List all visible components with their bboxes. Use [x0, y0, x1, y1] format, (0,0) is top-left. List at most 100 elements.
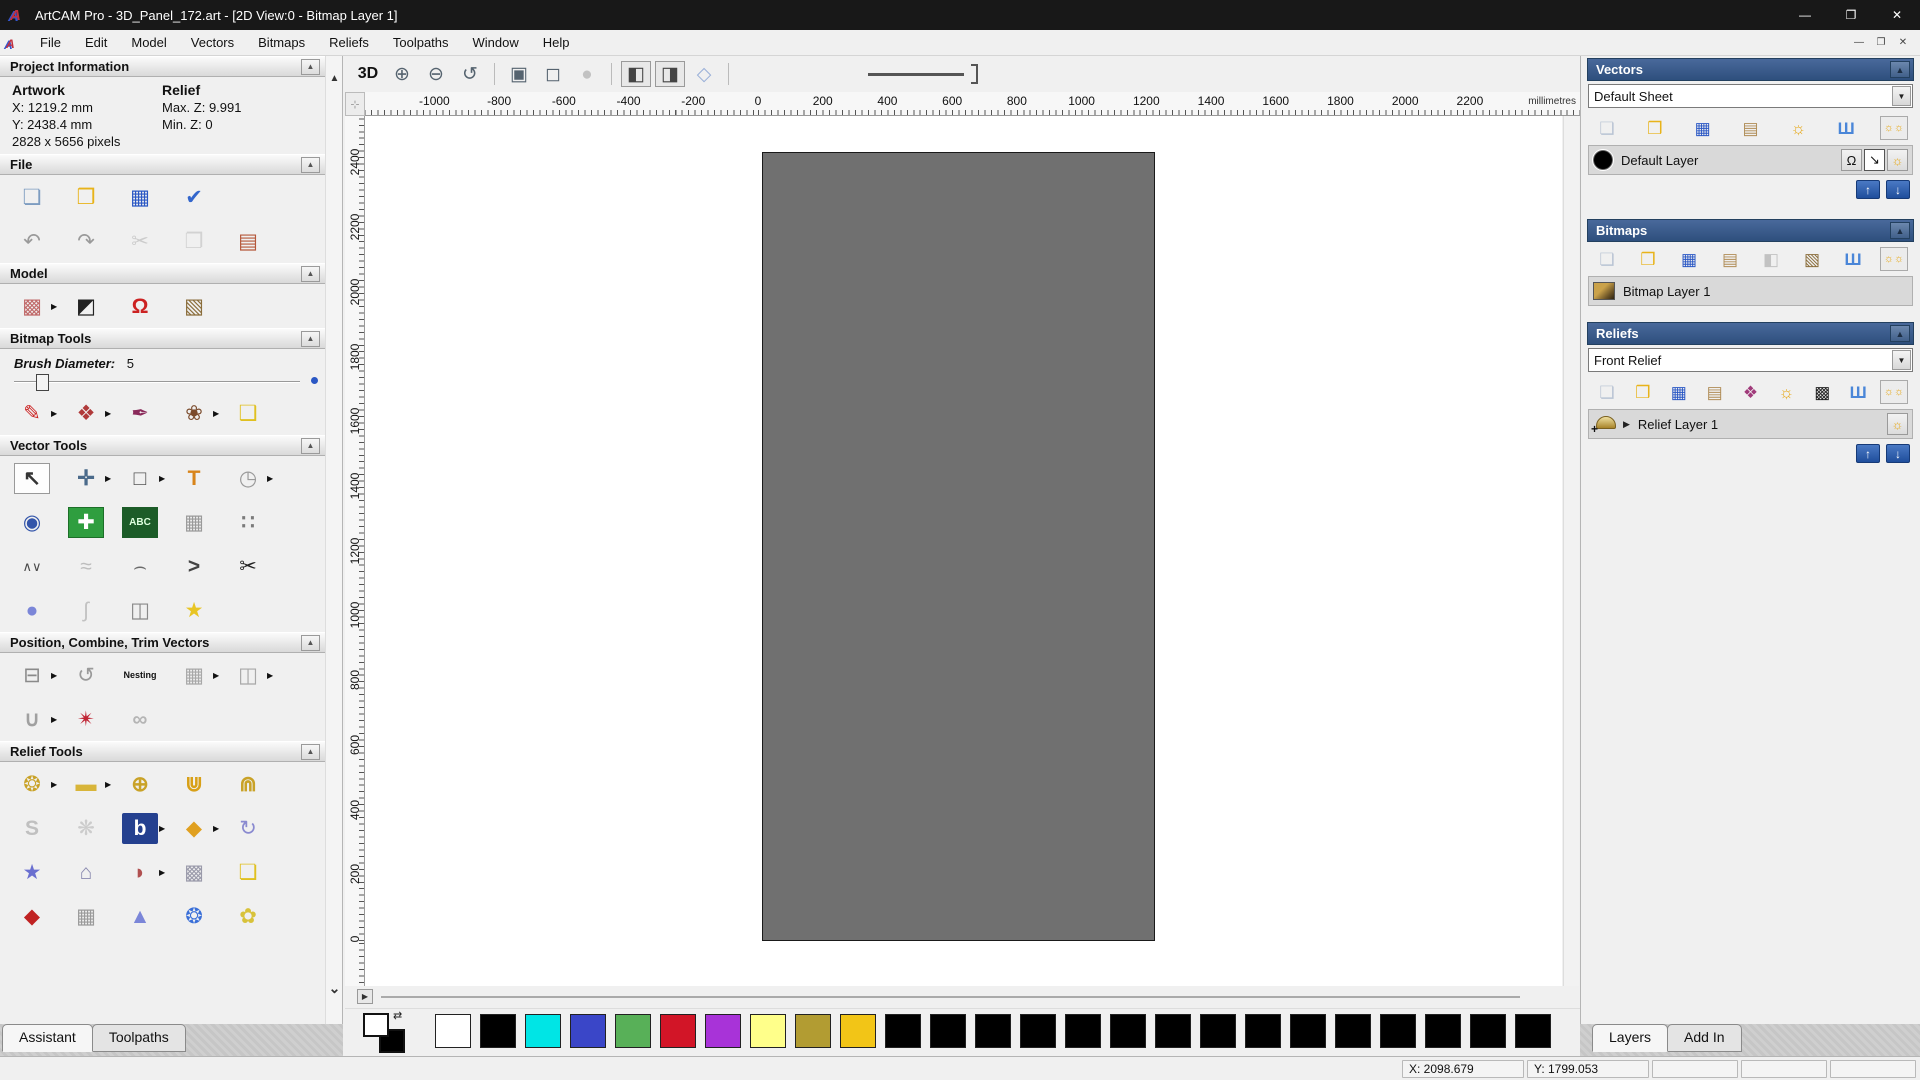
paste-relief-icon[interactable]: ❏: [230, 857, 275, 888]
cut-icon[interactable]: ✂: [122, 226, 167, 257]
visibility-bulb-icon[interactable]: ☼: [1887, 149, 1908, 171]
open-bitmap-layer-icon[interactable]: ❒: [1634, 247, 1662, 271]
vector-layer-row[interactable]: Default Layer Ω ↘ ☼: [1588, 145, 1913, 175]
menu-item[interactable]: Toolpaths: [381, 31, 461, 54]
create-arc-icon[interactable]: ⌢: [122, 551, 167, 582]
bitmap-preview-icon[interactable]: ▧: [1798, 247, 1826, 271]
menu-item[interactable]: Model: [119, 31, 178, 54]
zero-plane-icon[interactable]: ▬▶: [68, 769, 113, 800]
save-model-icon[interactable]: ▦: [122, 182, 167, 213]
create-text-icon[interactable]: T: [176, 463, 221, 494]
lock-icon[interactable]: Ω: [1841, 149, 1862, 171]
new-bitmap-layer-icon[interactable]: ❏: [1593, 247, 1621, 271]
trim-vectors-icon[interactable]: ✂: [230, 551, 275, 582]
toggle-bitmap-icon[interactable]: ◧: [621, 61, 651, 87]
relief-clipart-icon[interactable]: ❂▶: [14, 769, 59, 800]
canvas-horizontal-scrollbar[interactable]: ▶: [345, 986, 1580, 1008]
visibility-bulb-icon[interactable]: ☼: [1887, 413, 1908, 435]
palette-swatch[interactable]: [975, 1014, 1011, 1048]
measure-icon[interactable]: ◷▶: [230, 463, 275, 494]
palette-swatch[interactable]: [1290, 1014, 1326, 1048]
relief-visibility-icon[interactable]: ☼: [1772, 380, 1800, 404]
relief-layer-row[interactable]: + ▶ Relief Layer 1 ☼: [1588, 409, 1913, 439]
menu-item[interactable]: Window: [461, 31, 531, 54]
envelope-distort-icon[interactable]: ▦: [176, 507, 221, 538]
smooth-relief-icon[interactable]: S: [14, 813, 59, 844]
turn-relief-icon[interactable]: ◆: [14, 901, 59, 932]
slider-handle[interactable]: [971, 64, 978, 84]
collapse-button[interactable]: ▲: [1890, 222, 1910, 239]
new-model-icon[interactable]: ❏: [14, 182, 59, 213]
create-polyline-icon[interactable]: ∧∨: [14, 551, 59, 582]
open-relief-layer-icon[interactable]: ❒: [1629, 380, 1657, 404]
show-all-relief-layers-icon[interactable]: ☼☼: [1880, 380, 1908, 404]
chevron-down-icon[interactable]: ▼: [1892, 350, 1911, 370]
two-rail-sweep-icon[interactable]: ⌂: [68, 857, 113, 888]
collapse-button[interactable]: ▲: [301, 266, 320, 282]
palette-swatch[interactable]: [1065, 1014, 1101, 1048]
join-vectors-icon[interactable]: ∪▶: [14, 704, 59, 735]
drawing-canvas[interactable]: [365, 116, 1562, 986]
texture-relief-icon[interactable]: ▩: [176, 857, 221, 888]
panel-tab[interactable]: Add In: [1667, 1024, 1741, 1052]
relief-select[interactable]: Front Relief ▼: [1588, 348, 1913, 372]
toggle-vector-icon[interactable]: ◨: [655, 61, 685, 87]
collapse-button[interactable]: ▲: [301, 59, 320, 75]
vector-chevron-icon[interactable]: >: [176, 551, 221, 582]
greyscale-relief-icon[interactable]: ▩: [1808, 380, 1836, 404]
zoom-out-icon[interactable]: ⊖: [421, 61, 451, 87]
merge-relief-layers-icon[interactable]: ▤: [1701, 380, 1729, 404]
palette-swatch[interactable]: [705, 1014, 741, 1048]
primary-secondary-colours[interactable]: ⇄: [363, 1013, 407, 1053]
palette-swatch[interactable]: [885, 1014, 921, 1048]
transfer-relief-icon[interactable]: ❖: [1737, 380, 1765, 404]
palette-swatch[interactable]: [1110, 1014, 1146, 1048]
view-3d-button[interactable]: 3D: [353, 61, 383, 87]
paste-icon[interactable]: ▤: [230, 226, 275, 257]
transform-vectors-icon[interactable]: ✛▶: [68, 463, 113, 494]
preview-relief-icon[interactable]: ◇: [689, 61, 719, 87]
collapse-button[interactable]: ▲: [301, 331, 320, 347]
nesting-icon[interactable]: Nesting: [122, 660, 167, 691]
redo-icon[interactable]: ↷: [68, 226, 113, 257]
palette-swatch[interactable]: [840, 1014, 876, 1048]
panel-tab[interactable]: Layers: [1592, 1024, 1668, 1052]
mdi-minimize-button[interactable]: —: [1848, 34, 1870, 52]
canvas-vertical-scrollbar[interactable]: [1563, 116, 1579, 986]
palette-swatch[interactable]: [660, 1014, 696, 1048]
move-layer-down-button[interactable]: ↓: [1886, 444, 1910, 463]
collapse-button[interactable]: ▲: [301, 438, 320, 454]
move-layer-down-button[interactable]: ↓: [1886, 180, 1910, 199]
primary-colour-swatch[interactable]: [363, 1013, 389, 1037]
palette-swatch[interactable]: [1380, 1014, 1416, 1048]
tape-measure-icon[interactable]: ◉: [14, 507, 59, 538]
layer-visibility-icon[interactable]: ☼: [1784, 116, 1812, 140]
minimize-button[interactable]: —: [1782, 0, 1828, 30]
delete-relief-layer-icon[interactable]: Ш: [1844, 380, 1872, 404]
collapse-button[interactable]: ▲: [301, 744, 320, 760]
brush-diameter-slider[interactable]: [14, 373, 300, 391]
show-all-bitmap-layers-icon[interactable]: ☼☼: [1880, 247, 1908, 271]
palette-swatch[interactable]: [615, 1014, 651, 1048]
new-relief-layer-icon[interactable]: ❏: [1593, 380, 1621, 404]
save-vector-layer-icon[interactable]: ▦: [1689, 116, 1717, 140]
zoom-box-icon[interactable]: ▣: [504, 61, 534, 87]
bitmap-layer-row[interactable]: Bitmap Layer 1: [1588, 276, 1913, 306]
mdi-restore-button[interactable]: ❐: [1870, 34, 1892, 52]
paste-along-curve-icon[interactable]: ✚: [68, 507, 113, 538]
freehand-draw-icon[interactable]: ≈: [68, 551, 113, 582]
zoom-in-icon[interactable]: ⊕: [387, 61, 417, 87]
artwork-panel[interactable]: [762, 152, 1155, 941]
collapse-button[interactable]: ▲: [301, 157, 320, 173]
menu-item[interactable]: Reliefs: [317, 31, 381, 54]
edit-model-icon[interactable]: ▩▶: [14, 291, 59, 322]
snap-icon[interactable]: ↘: [1864, 149, 1885, 171]
extrude-icon[interactable]: ◗▶: [122, 857, 167, 888]
mdi-close-button[interactable]: ✕: [1892, 34, 1914, 52]
slider-handle[interactable]: [36, 374, 49, 391]
save-relief-layer-icon[interactable]: ▦: [1665, 380, 1693, 404]
layer-colour-swatch[interactable]: [1593, 150, 1613, 170]
add-relief-icon[interactable]: ⊕: [122, 769, 167, 800]
mirror-vectors-icon[interactable]: ◫: [122, 595, 167, 626]
chevron-down-icon[interactable]: ▼: [1892, 86, 1911, 106]
